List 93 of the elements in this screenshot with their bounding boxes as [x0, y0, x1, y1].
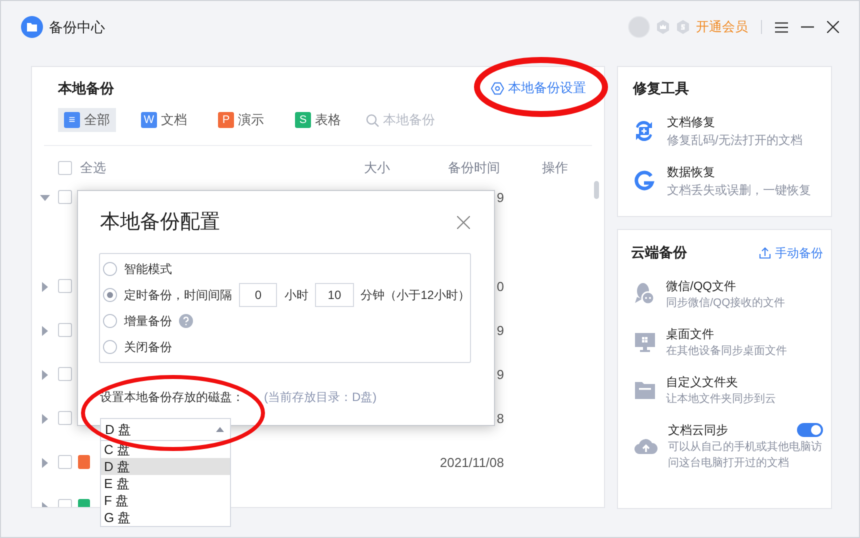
minimize-icon[interactable] — [801, 26, 814, 28]
close-icon[interactable] — [827, 21, 839, 33]
expand-arrow-icon[interactable] — [40, 458, 50, 468]
column-header: 备份时间 — [448, 159, 500, 178]
repair-tool-item[interactable]: 数据恢复 文档丢失或误删，一键恢复 — [633, 163, 816, 199]
table-cell: 8 — [496, 411, 504, 427]
expand-arrow-icon[interactable] — [40, 282, 50, 292]
filter-tab[interactable]: S 表格 — [289, 108, 347, 132]
filter-tab[interactable]: W 文档 — [135, 108, 193, 132]
coin-badge-icon — [676, 20, 690, 34]
repair-tool-item[interactable]: 文档修复 修复乱码/无法打开的文档 — [633, 113, 816, 149]
hexagon-gear-icon — [491, 82, 504, 94]
radio-button[interactable] — [103, 314, 117, 328]
menu-icon[interactable] — [775, 22, 788, 32]
filter-tab[interactable]: P 演示 — [212, 108, 270, 132]
radio-label: 关闭备份 — [124, 339, 172, 356]
cloud-backup-item[interactable]: 微信/QQ文件 同步微信/QQ接收的文件 — [631, 277, 823, 311]
item-title: 微信/QQ文件 — [666, 278, 736, 295]
item-description: 可以从自己的手机或其他电脑访问这台电脑打开过的文档 — [668, 440, 823, 471]
row-checkbox[interactable] — [58, 411, 72, 425]
item-description: 文档丢失或误删，一键恢复 — [667, 182, 811, 199]
expand-arrow-icon[interactable] — [40, 370, 50, 380]
radio-label: 增量备份 — [124, 313, 172, 330]
help-icon[interactable] — [179, 314, 193, 328]
table-cell: 9 — [496, 323, 504, 339]
upload-icon — [759, 246, 771, 258]
monitor-icon — [634, 331, 656, 353]
dialog-title: 本地备份配置 — [100, 210, 220, 235]
disk-label: 设置本地备份存放的磁盘： — [100, 390, 244, 404]
cloud-backup-item[interactable]: 文档云同步 可以从自己的手机或其他电脑访问这台电脑打开过的文档 — [631, 421, 823, 471]
row-checkbox[interactable] — [58, 367, 72, 381]
disk-option[interactable]: G 盘 — [101, 509, 230, 526]
hours-input[interactable]: 0 — [239, 283, 278, 307]
panel-title: 本地备份 — [58, 78, 114, 98]
card-title: 云端备份 — [631, 243, 687, 262]
repair-icon — [633, 120, 655, 142]
table-cell: 0 — [496, 279, 504, 295]
item-title: 桌面文件 — [666, 326, 714, 343]
item-description: 在其他设备同步桌面文件 — [666, 344, 788, 359]
expand-arrow-icon[interactable] — [40, 326, 50, 336]
disk-option[interactable]: E 盘 — [101, 475, 230, 492]
table-cell: 2021/11/08 — [440, 455, 504, 471]
file-type-icon: W — [141, 112, 157, 128]
unit-label: 分钟（小于12小时） — [360, 287, 470, 304]
crown-badge-icon — [656, 20, 670, 34]
table-cell: 9 — [496, 190, 504, 206]
item-title: 数据恢复 — [667, 164, 716, 181]
file-type-icon: S — [295, 112, 311, 128]
app-logo-icon — [21, 16, 43, 38]
filter-tab[interactable]: ≡ 全部 — [58, 108, 116, 132]
file-type-icon: ≡ — [64, 112, 80, 128]
manual-backup-link[interactable]: 手动备份 — [759, 244, 823, 262]
search-icon — [366, 114, 379, 126]
chat-icon — [634, 282, 656, 306]
select-all-checkbox[interactable] — [58, 161, 72, 175]
cloud-backup-item[interactable]: 自定义文件夹 让本地文件夹同步到云 — [631, 373, 823, 407]
item-description: 修复乱码/无法打开的文档 — [667, 132, 802, 149]
item-title: 自定义文件夹 — [666, 374, 738, 391]
unit-label: 小时 — [284, 287, 308, 304]
row-checkbox[interactable] — [58, 323, 72, 337]
radio-button[interactable] — [103, 262, 117, 276]
scrollbar-thumb — [594, 181, 599, 199]
column-header: 操作 — [542, 159, 568, 178]
disk-select[interactable]: D 盘 — [100, 418, 231, 441]
row-checkbox[interactable] — [58, 455, 72, 469]
row-checkbox[interactable] — [58, 279, 72, 293]
card-title: 修复工具 — [633, 79, 690, 98]
radio-label: 定时备份，时间间隔 — [124, 287, 232, 304]
file-type-icon: P — [218, 112, 234, 128]
disk-hint: (当前存放目录：D盘) — [264, 390, 377, 404]
radio-label: 智能模式 — [124, 261, 172, 278]
item-title: 文档修复 — [667, 114, 716, 131]
folder-icon — [634, 380, 656, 400]
radio-button[interactable] — [103, 340, 117, 354]
column-header: 大小 — [364, 159, 390, 178]
item-title: 文档云同步 — [668, 422, 728, 439]
window-title: 备份中心 — [49, 18, 105, 36]
table-cell: 9 — [496, 367, 504, 383]
minutes-input[interactable]: 10 — [315, 283, 354, 307]
column-header: 全选 — [80, 159, 106, 178]
radio-button[interactable] — [103, 288, 117, 302]
disk-option[interactable]: F 盘 — [101, 492, 230, 509]
row-checkbox[interactable] — [58, 190, 72, 204]
expand-arrow-icon[interactable] — [40, 193, 50, 203]
g-shape-icon — [633, 170, 655, 192]
cloud-backup-item[interactable]: 桌面文件 在其他设备同步桌面文件 — [631, 325, 823, 359]
cloud-upload-icon — [634, 437, 658, 455]
toggle-switch[interactable] — [797, 423, 823, 437]
disk-option[interactable]: D 盘 — [101, 458, 230, 475]
item-description: 让本地文件夹同步到云 — [666, 392, 777, 407]
item-description: 同步微信/QQ接收的文件 — [666, 296, 786, 311]
expand-arrow-icon[interactable] — [40, 414, 50, 424]
settings-link[interactable]: 本地备份设置 — [491, 78, 586, 98]
